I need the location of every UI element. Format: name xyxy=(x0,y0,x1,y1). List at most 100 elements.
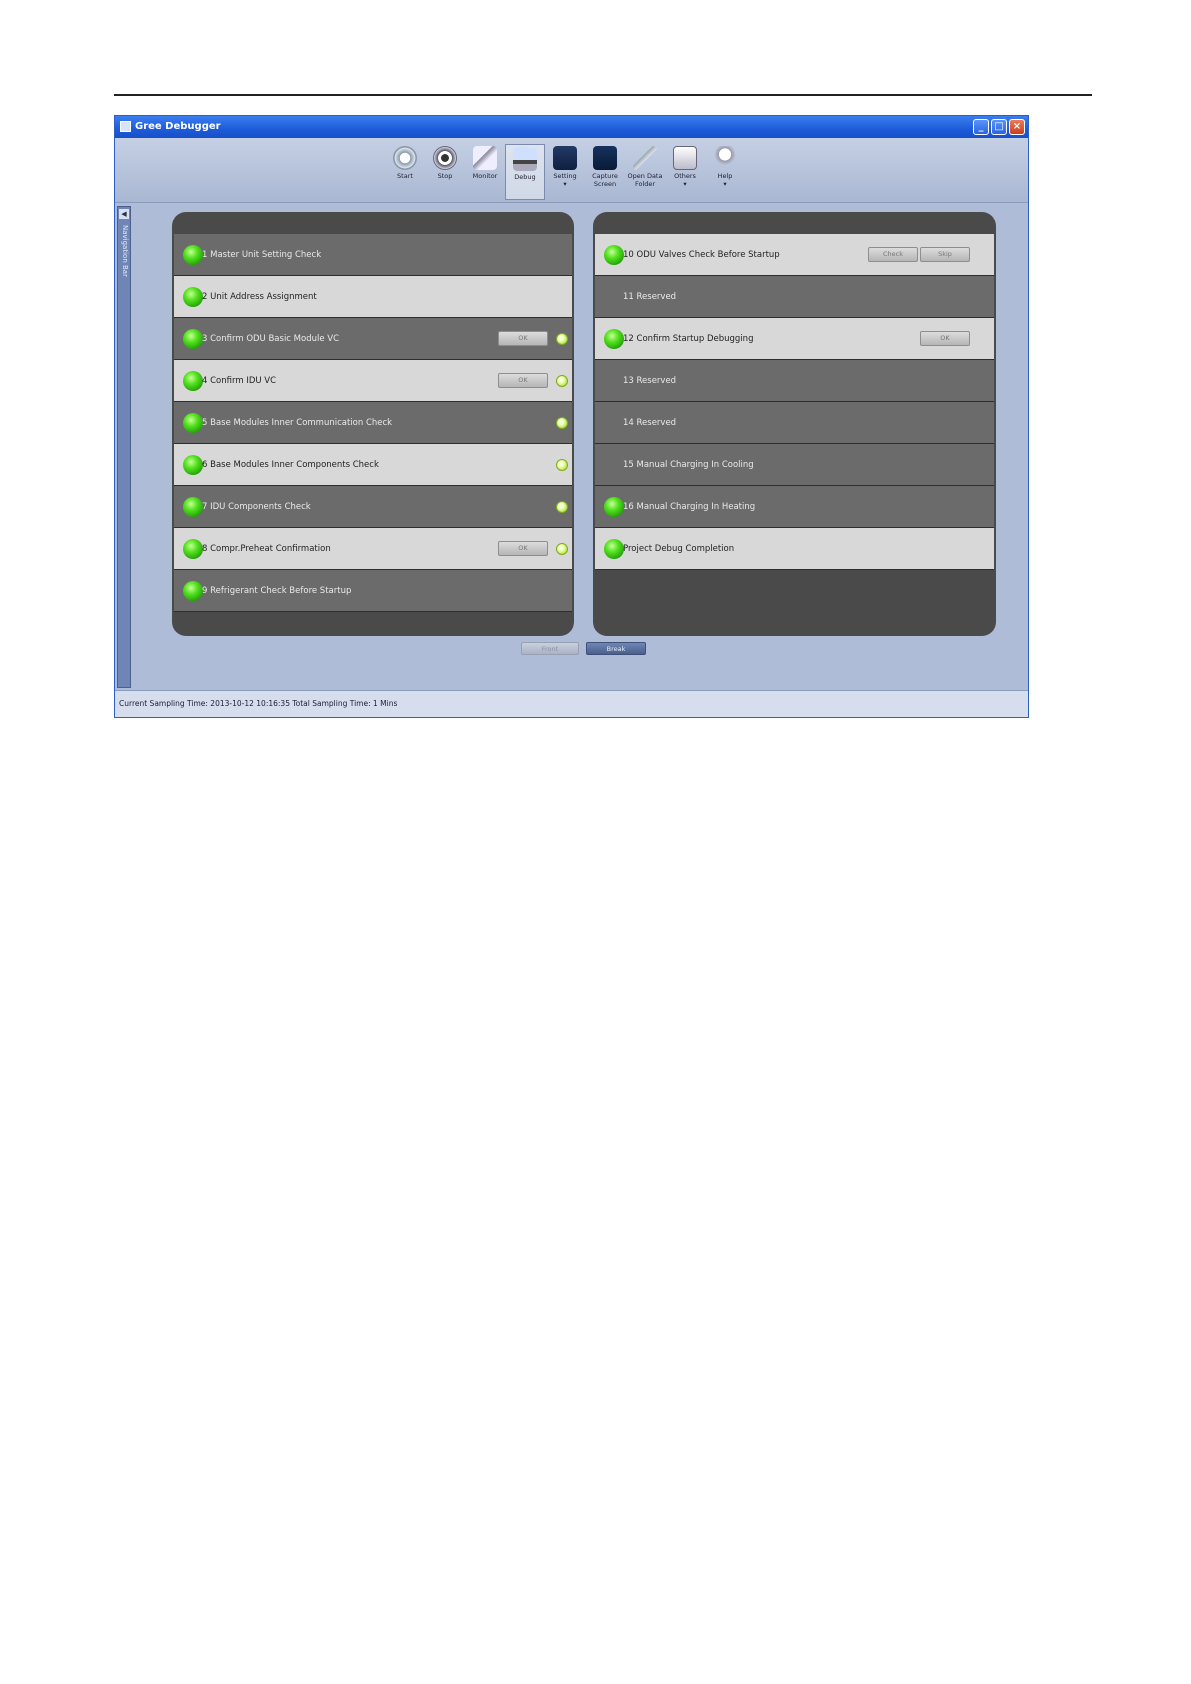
step-ok-button[interactable]: OK xyxy=(498,541,548,556)
step-status-ball-icon xyxy=(604,329,624,349)
step-indicator-light-icon xyxy=(556,501,568,513)
right-steps-panel: 10 ODU Valves Check Before Startup Check S… xyxy=(593,212,996,636)
toolbar-button-label: Others ▾ xyxy=(674,172,696,188)
app-icon xyxy=(120,121,131,132)
close-button[interactable]: × xyxy=(1009,119,1025,135)
toolbar-button-start[interactable]: Start xyxy=(385,144,425,200)
step-label: 2 Unit Address Assignment xyxy=(202,292,317,302)
status-text: Current Sampling Time: 2013-10-12 10:16:… xyxy=(119,699,398,708)
window-title: Gree Debugger xyxy=(135,121,221,132)
toolbar-button-label: Help ▾ xyxy=(717,172,733,188)
toolbar-button-label: Open Data Folder xyxy=(627,172,663,188)
step-ok-button[interactable]: OK xyxy=(498,373,548,388)
step-indicator-light-icon xyxy=(556,333,568,345)
step-label: 12 Confirm Startup Debugging xyxy=(623,334,754,344)
debug-step-row: 5 Base Modules Inner Communication Check xyxy=(174,402,572,444)
debug-step-row: 15 Manual Charging In Cooling xyxy=(595,444,994,486)
toolbar-button-label: Setting ▾ xyxy=(553,172,577,188)
stop-icon xyxy=(433,146,457,170)
minimize-button[interactable]: _ xyxy=(973,119,989,135)
toolbar-button-label: Monitor xyxy=(472,172,498,180)
toolbar-button-label: Stop xyxy=(437,172,453,180)
help-icon xyxy=(713,146,737,170)
setting-icon xyxy=(553,146,577,170)
step-status-ball-icon xyxy=(183,287,203,307)
step-status-ball-icon xyxy=(604,497,624,517)
debug-step-row: 3 Confirm ODU Basic Module VC OK xyxy=(174,318,572,360)
step-status-ball-icon xyxy=(183,329,203,349)
toolbar-button-label: Debug xyxy=(514,173,536,181)
step-label: 14 Reserved xyxy=(623,418,677,428)
step-status-ball-icon xyxy=(604,539,624,559)
toolbar-button-help[interactable]: Help ▾ xyxy=(705,144,745,200)
debug-step-row: 12 Confirm Startup Debugging OK xyxy=(595,318,994,360)
step-label: 6 Base Modules Inner Components Check xyxy=(202,460,379,470)
step-status-ball-icon xyxy=(183,413,203,433)
step-status-ball-icon xyxy=(183,497,203,517)
capture-screen-icon xyxy=(593,146,617,170)
step-skip-button[interactable]: Skip xyxy=(920,247,970,262)
debug-step-row: 16 Manual Charging In Heating xyxy=(595,486,994,528)
monitor-icon xyxy=(473,146,497,170)
debug-step-row: 10 ODU Valves Check Before Startup Check S… xyxy=(595,234,994,276)
step-ok-button[interactable]: OK xyxy=(498,331,548,346)
title-bar[interactable]: Gree Debugger _ □ × xyxy=(115,116,1028,138)
step-status-ball-icon xyxy=(183,371,203,391)
debug-step-row: Project Debug Completion xyxy=(595,528,994,570)
step-label: 1 Master Unit Setting Check xyxy=(202,250,322,260)
step-label: 4 Confirm IDU VC xyxy=(202,376,277,386)
folder-icon xyxy=(633,146,657,170)
step-indicator-light-icon xyxy=(556,459,568,471)
step-status-ball-icon xyxy=(183,581,203,601)
step-indicator-light-icon xyxy=(556,375,568,387)
toolbar-button-setting[interactable]: Setting ▾ xyxy=(545,144,585,200)
step-label: 7 IDU Components Check xyxy=(202,502,311,512)
toolbar-button-folder[interactable]: Open Data Folder xyxy=(625,144,665,200)
step-status-ball-icon xyxy=(183,245,203,265)
step-label: 13 Reserved xyxy=(623,376,677,386)
step-indicator-light-icon xyxy=(556,417,568,429)
others-icon xyxy=(673,146,697,170)
debug-step-row: 13 Reserved xyxy=(595,360,994,402)
navigation-toggle-icon[interactable]: ◀ xyxy=(119,209,129,219)
toolbar-button-capture-screen[interactable]: Capture Screen xyxy=(585,144,625,200)
debug-step-row: 11 Reserved xyxy=(595,276,994,318)
navigation-bar[interactable]: ◀ Navigation Bar xyxy=(117,206,131,688)
step-label: 10 ODU Valves Check Before Startup xyxy=(623,250,780,260)
step-check-button[interactable]: Check xyxy=(868,247,918,262)
debug-step-row: 4 Confirm IDU VC OK xyxy=(174,360,572,402)
debug-step-row: 7 IDU Components Check xyxy=(174,486,572,528)
debugger-window: Gree Debugger _ □ × Start Stop Monitor Debu… xyxy=(114,115,1029,718)
break-button[interactable]: Break xyxy=(586,642,646,655)
debug-icon xyxy=(513,147,537,171)
step-label: 15 Manual Charging In Cooling xyxy=(623,460,754,470)
toolbar-button-label: Capture Screen xyxy=(592,172,618,188)
front-button[interactable]: Front xyxy=(521,642,579,655)
maximize-button[interactable]: □ xyxy=(991,119,1007,135)
debug-step-row: 1 Master Unit Setting Check xyxy=(174,234,572,276)
toolbar-button-stop[interactable]: Stop xyxy=(425,144,465,200)
step-ok-button[interactable]: OK xyxy=(920,331,970,346)
navigation-bar-label: Navigation Bar xyxy=(121,225,129,277)
step-label: 8 Compr.Preheat Confirmation xyxy=(202,544,331,554)
debug-step-row: 8 Compr.Preheat Confirmation OK xyxy=(174,528,572,570)
toolbar-button-monitor[interactable]: Monitor xyxy=(465,144,505,200)
debug-step-row: 6 Base Modules Inner Components Check xyxy=(174,444,572,486)
step-indicator-light-icon xyxy=(556,543,568,555)
step-label: Project Debug Completion xyxy=(623,544,735,554)
debug-step-row: 2 Unit Address Assignment xyxy=(174,276,572,318)
toolbar: Start Stop Monitor Debug Setting ▾ Capture Sc… xyxy=(115,138,1028,203)
step-label: 3 Confirm ODU Basic Module VC xyxy=(202,334,340,344)
step-label: 9 Refrigerant Check Before Startup xyxy=(202,586,352,596)
step-label: 16 Manual Charging In Heating xyxy=(623,502,756,512)
toolbar-button-label: Start xyxy=(397,172,413,180)
step-label: 5 Base Modules Inner Communication Check xyxy=(202,418,393,428)
left-steps-panel: 1 Master Unit Setting Check 2 Unit Addres… xyxy=(172,212,574,636)
step-status-ball-icon xyxy=(183,539,203,559)
debug-step-row: 9 Refrigerant Check Before Startup xyxy=(174,570,572,612)
toolbar-button-others[interactable]: Others ▾ xyxy=(665,144,705,200)
start-icon xyxy=(393,146,417,170)
step-status-ball-icon xyxy=(604,245,624,265)
toolbar-button-debug[interactable]: Debug xyxy=(505,144,545,200)
page-top-rule xyxy=(114,94,1092,96)
